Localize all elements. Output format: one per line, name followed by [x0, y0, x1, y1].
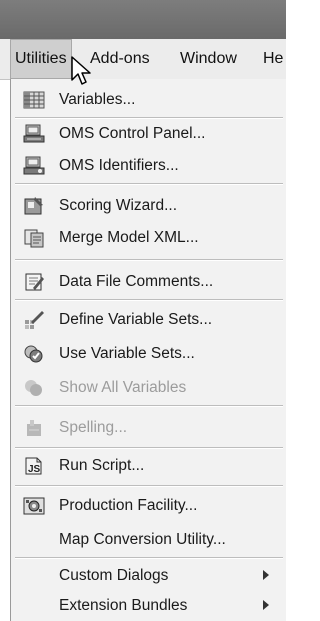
menu-item-show-all-variables: Show All Variables	[11, 373, 287, 403]
menu-item-label: Spelling...	[59, 419, 128, 436]
menu-item-production-facility[interactable]: Production Facility...	[11, 491, 287, 521]
menu-window[interactable]: Window	[180, 39, 237, 79]
menu-separator	[15, 485, 283, 487]
menu-bar: Utilities Add-ons Window He	[0, 39, 286, 80]
menu-separator	[15, 405, 283, 407]
menu-help[interactable]: He	[263, 39, 283, 79]
menu-add-ons[interactable]: Add-ons	[90, 39, 150, 79]
menu-item-use-variable-sets[interactable]: Use Variable Sets...	[11, 339, 287, 369]
menu-separator	[15, 299, 283, 301]
menu-separator	[15, 259, 283, 261]
menu-item-label: Custom Dialogs	[59, 567, 169, 584]
menu-utilities[interactable]: Utilities	[10, 39, 72, 79]
menu-separator	[15, 447, 283, 449]
merge-model-xml-icon	[24, 229, 44, 248]
menu-item-label: Show All Variables	[59, 379, 187, 396]
menu-item-label: OMS Control Panel...	[59, 125, 206, 142]
menu-item-merge-model-xml[interactable]: Merge Model XML...	[11, 223, 287, 253]
oms-identifiers-icon	[23, 156, 45, 175]
menu-item-spelling: Spelling...	[11, 413, 287, 443]
menu-item-label: Map Conversion Utility...	[59, 531, 226, 548]
define-variable-sets-icon	[25, 311, 44, 329]
window-title-bar	[0, 0, 286, 39]
menu-item-extension-bundles[interactable]: Extension Bundles	[11, 591, 287, 621]
data-file-comments-icon	[25, 273, 44, 291]
menu-item-oms-control-panel[interactable]: OMS Control Panel...	[11, 119, 287, 149]
menu-item-label: Merge Model XML...	[59, 229, 199, 246]
menu-item-label: Data File Comments...	[59, 273, 214, 290]
menu-item-label: Use Variable Sets...	[59, 345, 195, 362]
menu-item-label: Define Variable Sets...	[59, 311, 213, 328]
variables-grid-icon	[23, 91, 45, 109]
menu-separator	[15, 557, 283, 559]
menu-separator	[15, 183, 283, 185]
oms-control-panel-icon	[23, 124, 45, 143]
menu-item-define-variable-sets[interactable]: Define Variable Sets...	[11, 305, 287, 335]
svg-text:JS: JS	[28, 464, 41, 475]
menu-item-scoring-wizard[interactable]: Scoring Wizard...	[11, 191, 287, 221]
menu-item-label: Production Facility...	[59, 497, 198, 514]
menu-item-custom-dialogs[interactable]: Custom Dialogs	[11, 561, 287, 591]
menu-item-run-script[interactable]: JS Run Script...	[11, 451, 287, 481]
run-script-icon: JS	[25, 457, 42, 475]
menu-item-label: OMS Identifiers...	[59, 157, 179, 174]
menu-item-label: Run Script...	[59, 457, 145, 474]
menu-item-label: Scoring Wizard...	[59, 197, 178, 214]
submenu-arrow-icon	[263, 600, 269, 610]
menu-item-map-conversion-utility[interactable]: Map Conversion Utility...	[11, 525, 287, 555]
menu-item-oms-identifiers[interactable]: OMS Identifiers...	[11, 151, 287, 181]
submenu-arrow-icon	[263, 570, 269, 580]
mouse-pointer-icon	[71, 56, 91, 85]
scoring-wizard-icon	[24, 197, 43, 215]
menu-item-label: Extension Bundles	[59, 597, 188, 614]
utilities-dropdown-menu: Variables... OMS Control Panel... OMS Id…	[10, 79, 286, 621]
menu-item-variables[interactable]: Variables...	[11, 85, 287, 115]
show-all-variables-icon	[25, 380, 42, 396]
menu-item-data-file-comments[interactable]: Data File Comments...	[11, 267, 287, 297]
menu-item-label: Variables...	[59, 91, 136, 108]
use-variable-sets-icon	[24, 345, 43, 363]
production-facility-icon	[23, 497, 45, 515]
spelling-icon	[27, 420, 41, 436]
